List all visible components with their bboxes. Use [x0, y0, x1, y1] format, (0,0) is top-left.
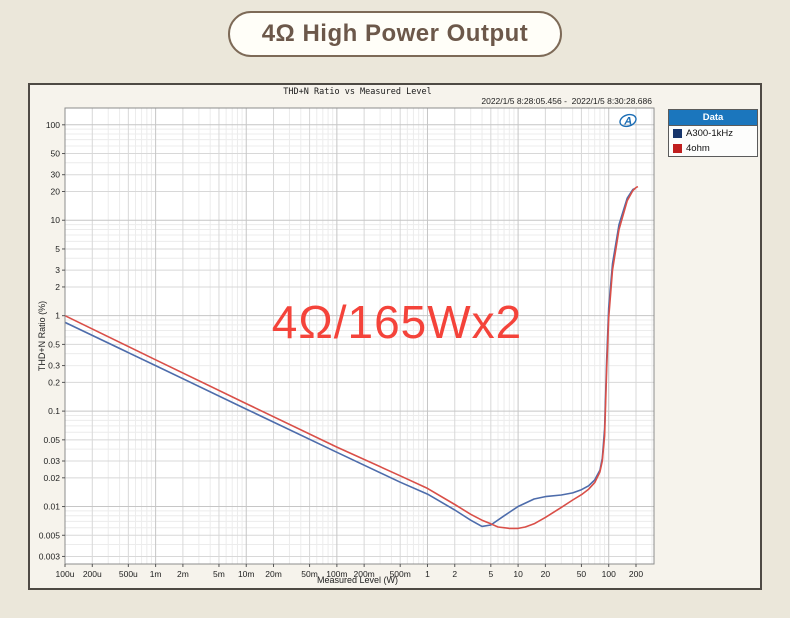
y-tick-label: 30 — [51, 170, 61, 180]
y-tick-label: 10 — [51, 215, 61, 225]
legend-item-4ohm[interactable]: 4ohm — [669, 141, 757, 156]
legend-swatch-icon — [673, 144, 682, 153]
legend-swatch-icon — [673, 129, 682, 138]
y-tick-label: 3 — [55, 265, 60, 275]
legend-item-label: A300-1kHz — [686, 128, 733, 139]
y-tick-label: 0.01 — [43, 502, 60, 512]
y-tick-label: 20 — [51, 187, 61, 197]
y-tick-label: 0.05 — [43, 435, 60, 445]
y-tick-label: 2 — [55, 282, 60, 292]
chart-annotation: 4Ω/165Wx2 — [30, 295, 764, 349]
x-axis-title: Measured Level (W) — [63, 575, 652, 585]
legend-box: Data A300-1kHz 4ohm — [668, 109, 758, 157]
legend-title: Data — [669, 110, 757, 126]
y-tick-label: 100 — [46, 120, 60, 130]
legend-item-label: 4ohm — [686, 143, 710, 154]
y-tick-label: 5 — [55, 244, 60, 254]
legend-item-a300-1khz[interactable]: A300-1kHz — [669, 126, 757, 141]
y-tick-label: 0.02 — [43, 473, 60, 483]
y-tick-label: 0.3 — [48, 361, 60, 371]
svg-text:A: A — [623, 116, 632, 128]
y-tick-label: 0.2 — [48, 377, 60, 387]
chart-panel: THD+N Ratio vs Measured Level 2022/1/5 8… — [28, 83, 762, 590]
y-tick-label: 0.003 — [39, 551, 61, 561]
y-tick-label: 0.1 — [48, 406, 60, 416]
y-tick-label: 0.005 — [39, 530, 61, 540]
ap-logo-icon: A — [618, 111, 638, 129]
header-badge: 4Ω High Power Output — [228, 11, 563, 57]
y-tick-label: 50 — [51, 149, 61, 159]
y-tick-label: 0.03 — [43, 456, 60, 466]
